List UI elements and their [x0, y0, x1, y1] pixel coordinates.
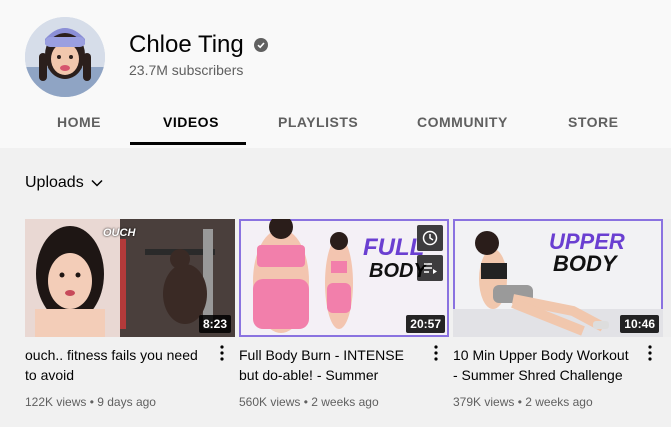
- active-tab-indicator: [130, 142, 246, 145]
- more-options-icon[interactable]: [645, 343, 655, 363]
- more-options-icon[interactable]: [217, 343, 227, 363]
- watch-later-icon[interactable]: [417, 225, 443, 251]
- view-count: 122K views: [25, 395, 87, 409]
- upload-age: 9 days ago: [97, 395, 156, 409]
- view-count: 379K views: [453, 395, 515, 409]
- video-card[interactable]: OUCH 8:23 ouch.. fitness fails you need …: [25, 219, 235, 409]
- chevron-down-icon: [91, 179, 103, 187]
- tab-videos[interactable]: VIDEOS: [163, 114, 219, 130]
- upload-age: 2 weeks ago: [311, 395, 379, 409]
- verified-icon: [253, 38, 268, 52]
- thumbnail-subheadline: BODY: [553, 251, 617, 276]
- video-thumbnail[interactable]: FULL BODY 20:57: [239, 219, 449, 337]
- tab-community[interactable]: COMMUNITY: [417, 114, 508, 130]
- video-thumbnail[interactable]: OUCH 8:23: [25, 219, 235, 337]
- thumbnail-headline: FULL: [363, 234, 425, 261]
- video-duration: 10:46: [620, 315, 659, 333]
- channel-avatar[interactable]: [25, 17, 105, 97]
- tab-store[interactable]: STORE: [568, 114, 618, 130]
- view-count: 560K views: [239, 395, 301, 409]
- channel-title: Chloe Ting: [129, 31, 268, 59]
- channel-tabs: HOME VIDEOS PLAYLISTS COMMUNITY STORE: [0, 100, 671, 146]
- add-to-queue-icon[interactable]: [417, 255, 443, 281]
- video-metadata: 122K views • 9 days ago: [25, 395, 156, 409]
- channel-name: Chloe Ting: [129, 31, 244, 58]
- video-duration: 20:57: [406, 315, 445, 333]
- subscriber-count: 23.7M subscribers: [129, 62, 244, 78]
- video-thumbnail[interactable]: UPPER BODY 10:46: [453, 219, 663, 337]
- thumbnail-caption: OUCH: [103, 227, 136, 239]
- uploads-label: Uploads: [25, 174, 84, 191]
- channel-header: Chloe Ting 23.7M subscribers HOME VIDEOS…: [0, 0, 671, 148]
- tab-playlists[interactable]: PLAYLISTS: [278, 114, 358, 130]
- upload-age: 2 weeks ago: [525, 395, 593, 409]
- video-metadata: 560K views • 2 weeks ago: [239, 395, 379, 409]
- video-title[interactable]: 10 Min Upper Body Workout - Summer Shred…: [453, 345, 633, 385]
- video-title[interactable]: ouch.. fitness fails you need to avoid: [25, 345, 205, 385]
- video-card[interactable]: FULL BODY 20:57 Full Body Burn - INTENSE…: [239, 219, 449, 409]
- thumbnail-headline: UPPER: [549, 229, 625, 254]
- video-title[interactable]: Full Body Burn - INTENSE but do-able! - …: [239, 345, 419, 385]
- videos-content: Uploads OUCH 8:23 ouch.. fitness fails y…: [0, 148, 671, 427]
- video-duration: 8:23: [198, 315, 231, 333]
- video-metadata: 379K views • 2 weeks ago: [453, 395, 593, 409]
- next-video-thumbnail-partial[interactable]: [663, 219, 671, 337]
- video-card[interactable]: UPPER BODY 10:46 10 Min Upper Body Worko…: [453, 219, 663, 409]
- tab-home[interactable]: HOME: [57, 114, 101, 130]
- uploads-sort-button[interactable]: Uploads: [25, 174, 104, 192]
- more-options-icon[interactable]: [431, 343, 441, 363]
